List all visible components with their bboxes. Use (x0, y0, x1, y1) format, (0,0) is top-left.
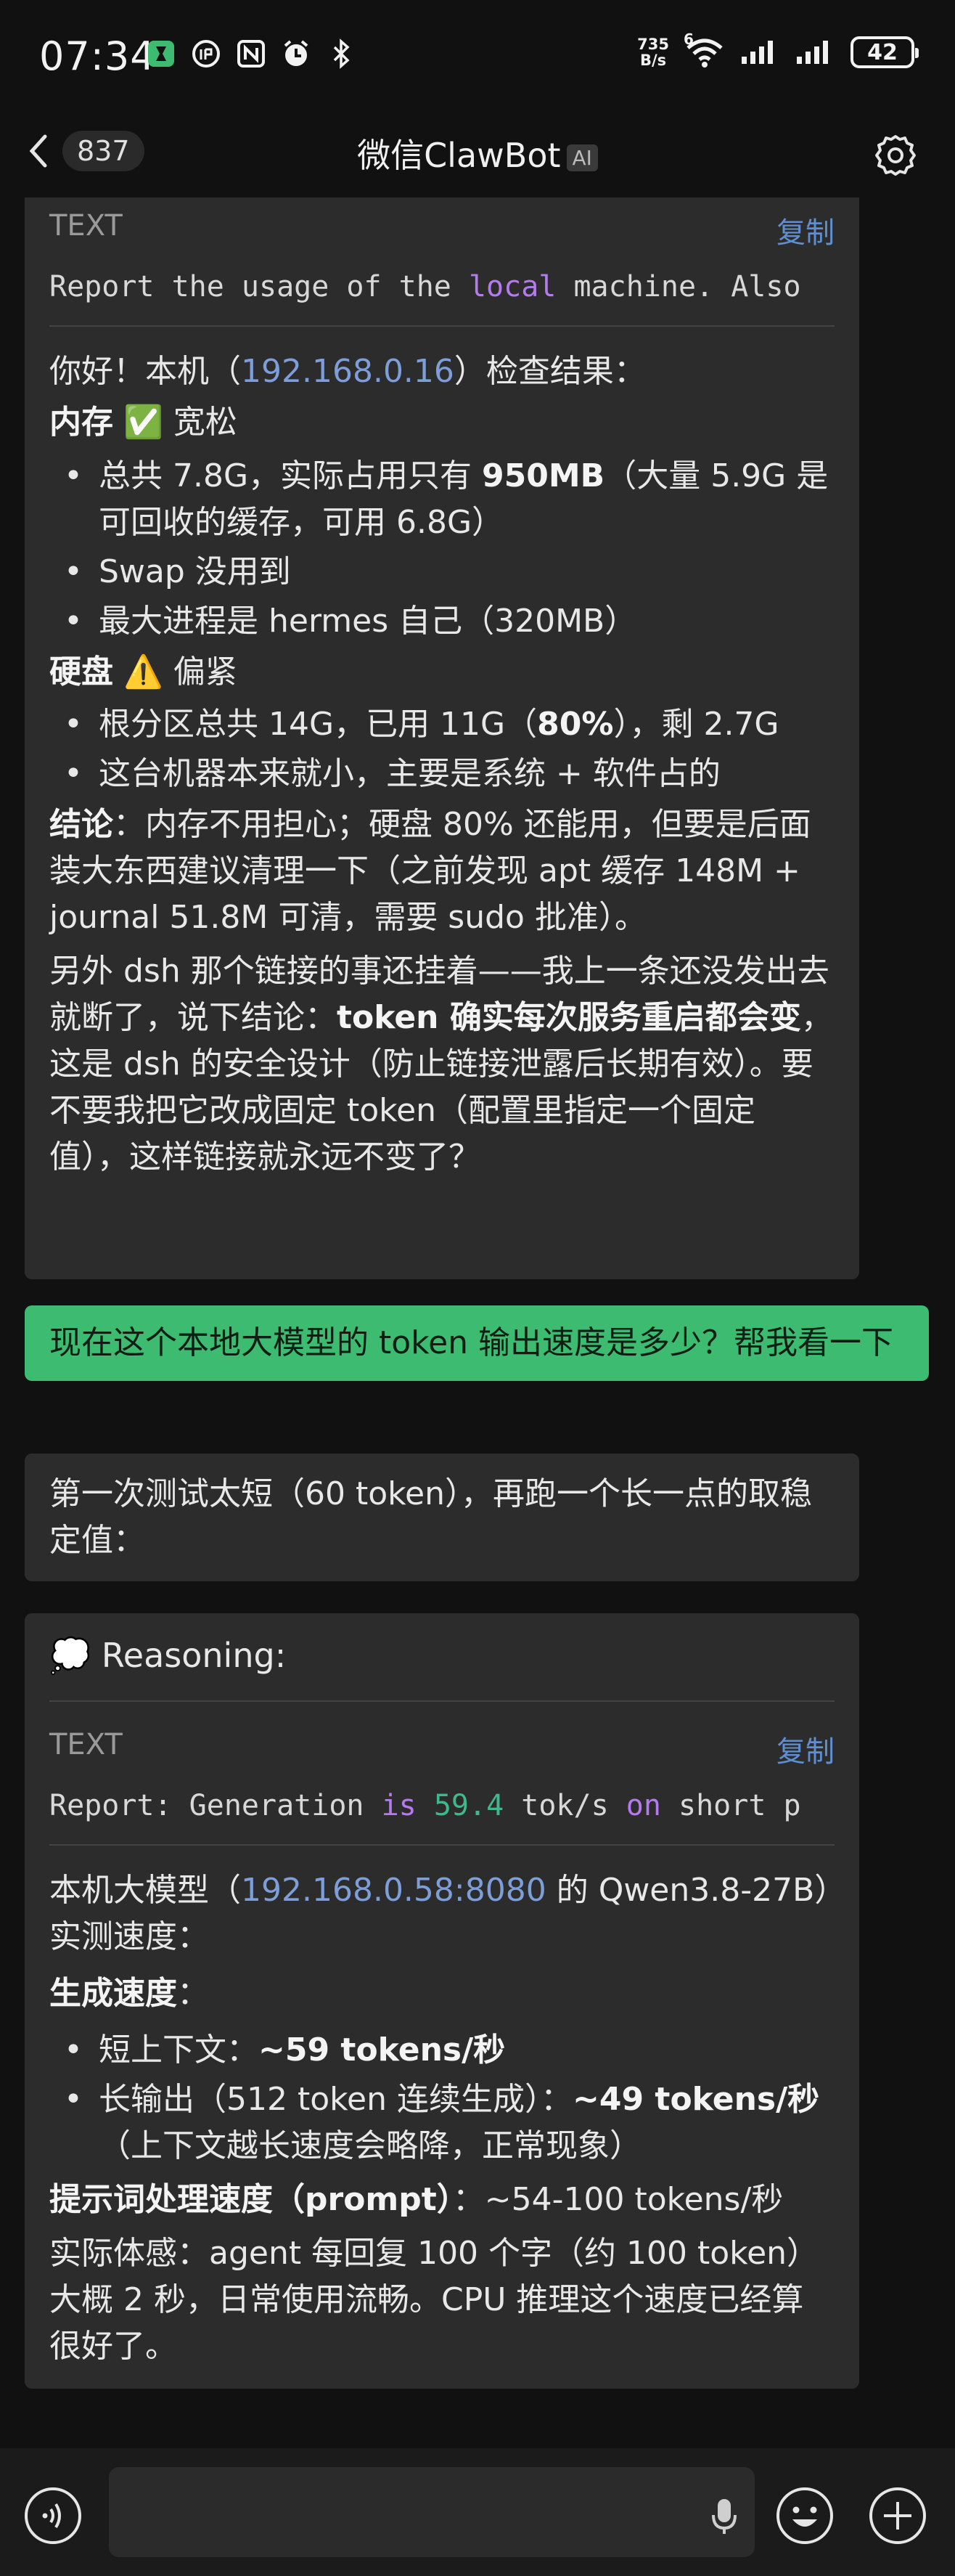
page-title: 微信ClawBot AI (0, 129, 955, 177)
code-block-header: TEXT 复制 (49, 1728, 835, 1770)
smiley-icon (776, 2487, 833, 2544)
gear-icon (875, 135, 916, 176)
user-message: 现在这个本地大模型的 token 输出速度是多少？帮我看一下 (25, 1305, 929, 1381)
alarm-icon (280, 38, 312, 70)
list-item: 总共 7.8G，实际占用只有 950MB（大量 5.9G 是可回收的缓存，可用 … (49, 453, 835, 546)
voice-icon (25, 2487, 81, 2544)
wifi-icon: 6 (684, 30, 726, 68)
clock-badge-icon (190, 38, 222, 70)
signal-icon (740, 36, 781, 68)
list-item: 短上下文：~59 tokens/秒 (49, 2027, 835, 2074)
status-icons-left (145, 38, 357, 70)
divider (49, 1844, 835, 1846)
list-item: 最大进程是 hermes 自己（320MB） (49, 598, 835, 645)
bot-message-short: 第一次测试太短（60 token），再跑一个长一点的取稳定值： (25, 1454, 859, 1581)
plus-icon (869, 2487, 926, 2544)
divider (49, 1700, 835, 1702)
bot-message-system-check: TEXT 复制 Report the usage of the local ma… (25, 197, 859, 1279)
battery-level: 42 (867, 39, 898, 65)
reasoning-heading: 💭 Reasoning: (49, 1636, 287, 1675)
warning-icon: ⚠️ (123, 653, 163, 690)
status-right: 735 B/s 6 42 (637, 30, 919, 69)
message-input[interactable] (109, 2467, 755, 2557)
input-bar (0, 2448, 955, 2576)
code-line: Report: Generation is 59.4 tok/s on shor… (49, 1789, 801, 1822)
chat-area[interactable]: TEXT 复制 Report the usage of the local ma… (0, 197, 955, 2448)
status-time: 07:34 (39, 33, 156, 79)
emoji-button[interactable] (775, 2486, 835, 2548)
token-paragraph: 另外 dsh 那个链接的事还挂着——我上一条还没发出去就断了，说下结论：toke… (49, 953, 833, 1175)
net-speed: 735 B/s (637, 36, 669, 69)
battery-icon: 42 (851, 36, 919, 68)
more-button[interactable] (868, 2486, 927, 2548)
copy-button[interactable]: 复制 (776, 209, 835, 251)
disk-list: 根分区总共 14G，已用 11G（80%），剩 2.7G 这台机器本来就小，主要… (49, 701, 835, 797)
check-icon: ✅ (123, 404, 163, 441)
code-line: Report the usage of the local machine. A… (49, 270, 801, 303)
app-notification-icon (145, 38, 177, 70)
list-item: 长输出（512 token 连续生成）：~49 tokens/秒（上下文越长速度… (49, 2076, 835, 2169)
voice-toggle-button[interactable] (23, 2486, 83, 2548)
model-intro: 本机大模型（192.168.0.58:8080 的 Qwen3.8-27B）实测… (49, 1872, 831, 1955)
wifi-badge: 6 (684, 30, 694, 48)
user-message-text: 现在这个本地大模型的 token 输出速度是多少？帮我看一下 (49, 1324, 894, 1361)
generation-heading: 生成速度： (49, 1975, 209, 2012)
memory-list: 总共 7.8G，实际占用只有 950MB（大量 5.9G 是可回收的缓存，可用 … (49, 453, 835, 645)
status-bar: 07:34 735 B/s 6 42 (0, 0, 955, 116)
ip-link[interactable]: 192.168.0.16 (241, 353, 454, 390)
list-item: Swap 没用到 (49, 549, 835, 595)
settings-button[interactable] (872, 132, 919, 182)
bot-message-speed-report: 💭 Reasoning: TEXT 复制 Report: Generation … (25, 1613, 859, 2389)
code-language-label: TEXT (49, 1728, 123, 1761)
disk-heading: 硬盘 ⚠️ 偏紧 (49, 653, 237, 690)
experience-paragraph: 实际体感：agent 每回复 100 个字（约 100 token）大概 2 秒… (49, 2235, 819, 2365)
prompt-speed-line: 提示词处理速度（prompt）：~54-100 tokens/秒 (49, 2181, 784, 2218)
nav-bar: 837 微信ClawBot AI (0, 116, 955, 197)
nfc-icon (235, 38, 267, 70)
signal-icon (795, 36, 836, 68)
list-item: 这台机器本来就小，主要是系统 + 软件占的 (49, 751, 835, 797)
intro-line: 你好！本机（192.168.0.16）检查结果： (49, 353, 646, 390)
code-language-label: TEXT (49, 209, 123, 242)
divider (49, 325, 835, 327)
memory-heading: 内存 ✅ 宽松 (49, 404, 237, 441)
bot-message-text: 第一次测试太短（60 token），再跑一个长一点的取稳定值： (49, 1475, 813, 1559)
bluetooth-icon (325, 38, 357, 70)
host-link[interactable]: 192.168.0.58:8080 (241, 1872, 546, 1909)
code-block-header: TEXT 复制 (49, 209, 835, 251)
mic-button[interactable] (710, 2496, 739, 2540)
thought-bubble-icon: 💭 (49, 1636, 91, 1675)
ai-badge: AI (566, 144, 598, 171)
generation-list: 短上下文：~59 tokens/秒 长输出（512 token 连续生成）：~4… (49, 2027, 835, 2169)
conclusion-paragraph: 结论：内存不用担心；硬盘 80% 还能用，但要是后面装大东西建议清理一下（之前发… (49, 806, 811, 936)
microphone-icon (712, 2499, 737, 2534)
chat-title: 微信ClawBot (357, 136, 561, 175)
list-item: 根分区总共 14G，已用 11G（80%），剩 2.7G (49, 701, 835, 748)
copy-button[interactable]: 复制 (776, 1728, 835, 1770)
